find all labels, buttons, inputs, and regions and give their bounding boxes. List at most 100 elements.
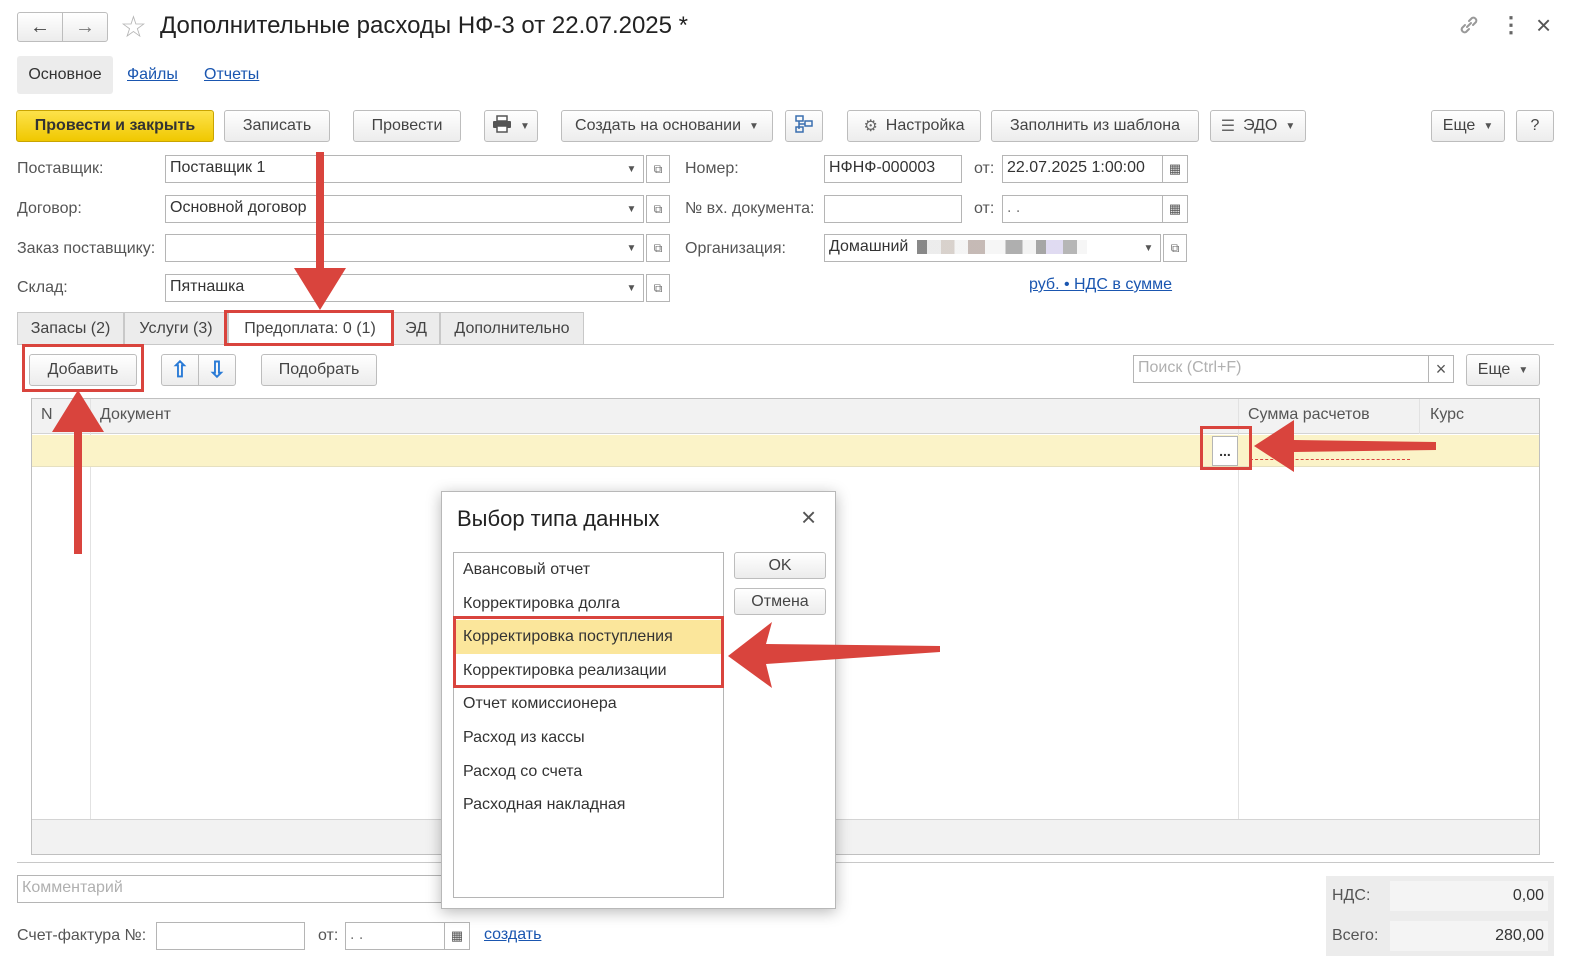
data-type-dialog: Выбор типа данных × Авансовый отчет Корр…: [441, 491, 836, 909]
page-title: Дополнительные расходы НФ-3 от 22.07.202…: [160, 12, 689, 39]
dialog-close-icon[interactable]: ×: [801, 502, 816, 533]
calendar-icon[interactable]: ▦: [1162, 155, 1188, 183]
create-invoice-link[interactable]: создать: [484, 926, 541, 944]
tab-ed[interactable]: ЭД: [392, 312, 440, 344]
post-button[interactable]: Провести: [353, 110, 461, 142]
calendar-icon[interactable]: ▦: [444, 922, 470, 950]
create-based-on-button[interactable]: Создать на основании ▼: [561, 110, 773, 142]
save-button[interactable]: Записать: [224, 110, 330, 142]
dialog-title: Выбор типа данных: [457, 506, 660, 531]
order-open-button[interactable]: ⧉: [646, 234, 670, 262]
column-header-settlement-sum[interactable]: Сумма расчетов: [1248, 406, 1370, 424]
tab-prepayment[interactable]: Предоплата: 0 (1): [228, 311, 392, 345]
create-based-on-label: Создать на основании: [575, 117, 742, 134]
list-item[interactable]: Авансовый отчет: [454, 553, 723, 587]
subtab-reports[interactable]: Отчеты: [204, 66, 259, 84]
organization-open-button[interactable]: ⧉: [1163, 234, 1187, 262]
printer-icon: [492, 114, 512, 138]
list-item[interactable]: Корректировка реализации: [454, 654, 723, 688]
organization-dropdown-button[interactable]: ▼: [1137, 234, 1161, 262]
contract-label: Договор:: [17, 200, 82, 217]
column-header-document[interactable]: Документ: [100, 406, 171, 424]
cancel-label: Отмена: [751, 592, 809, 610]
organization-field[interactable]: Домашний: [824, 234, 1138, 262]
supplier-label: Поставщик:: [17, 160, 104, 177]
invoice-number-field[interactable]: [156, 922, 305, 950]
invoice-date-field[interactable]: . .: [345, 922, 445, 950]
pick-button[interactable]: Подобрать: [261, 354, 377, 386]
list-item[interactable]: Расход из кассы: [454, 721, 723, 755]
tab-stock[interactable]: Запасы (2): [17, 312, 124, 344]
order-dropdown-button[interactable]: ▼: [620, 234, 644, 262]
calendar-icon[interactable]: ▦: [1162, 195, 1188, 223]
list-item-selected[interactable]: Корректировка поступления: [454, 620, 723, 654]
date-from-label: от:: [974, 160, 995, 177]
column-header-n[interactable]: N: [41, 406, 53, 424]
edo-button[interactable]: ☰ ЭДО ▼: [1210, 110, 1306, 142]
settings-button[interactable]: ⚙ Настройка: [847, 110, 981, 142]
ok-button[interactable]: OK: [734, 552, 826, 579]
save-label: Записать: [242, 117, 312, 134]
currency-vat-link[interactable]: руб. • НДС в сумме: [1029, 276, 1172, 294]
favorite-star-icon[interactable]: ☆: [120, 10, 147, 45]
contract-open-button[interactable]: ⧉: [646, 195, 670, 223]
contract-dropdown-button[interactable]: ▼: [620, 195, 644, 223]
link-icon[interactable]: [1458, 14, 1480, 36]
back-button[interactable]: ←: [17, 12, 63, 42]
supplier-field[interactable]: Поставщик 1: [165, 155, 621, 183]
move-down-button[interactable]: ⇩: [198, 354, 236, 386]
help-button[interactable]: ?: [1516, 110, 1554, 142]
supplier-open-button[interactable]: ⧉: [646, 155, 670, 183]
number-field[interactable]: НФНФ-000003: [824, 155, 962, 183]
structure-button[interactable]: [785, 110, 823, 142]
contract-field[interactable]: Основной договор: [165, 195, 621, 223]
print-button[interactable]: ▼: [484, 110, 538, 142]
warehouse-field[interactable]: Пятнашка: [165, 274, 621, 302]
add-button[interactable]: Добавить: [29, 354, 137, 386]
redacted-blur: [916, 239, 1087, 254]
comment-input[interactable]: Комментарий: [17, 875, 447, 903]
more-vertical-icon[interactable]: ⋮: [1500, 12, 1522, 38]
cancel-button[interactable]: Отмена: [734, 588, 826, 615]
chevron-down-icon: ▼: [520, 120, 530, 132]
list-item[interactable]: Расходная накладная: [454, 788, 723, 822]
search-input[interactable]: Поиск (Ctrl+F): [1133, 355, 1429, 383]
total-label: Всего:: [1332, 927, 1379, 944]
invoice-label: Счет-фактура №:: [17, 927, 147, 944]
organization-value: Домашний: [829, 238, 909, 255]
warehouse-open-button[interactable]: ⧉: [646, 274, 670, 302]
type-list[interactable]: Авансовый отчет Корректировка долга Корр…: [453, 552, 724, 898]
chevron-down-icon: ▼: [1483, 120, 1494, 132]
close-icon[interactable]: ×: [1536, 10, 1551, 41]
ok-label: OK: [768, 556, 792, 574]
search-clear-icon[interactable]: ×: [1428, 355, 1454, 383]
subtab-main[interactable]: Основное: [17, 56, 113, 94]
arrow-up-icon: ⇧: [170, 357, 190, 382]
date-field[interactable]: 22.07.2025 1:00:00: [1002, 155, 1164, 183]
tab-services[interactable]: Услуги (3): [124, 312, 228, 344]
ellipsis-select-button[interactable]: ...: [1212, 436, 1238, 466]
arrow-down-icon: ⇩: [207, 357, 227, 382]
table-row[interactable]: [32, 435, 1539, 467]
table-more-button[interactable]: Еще ▼: [1466, 354, 1540, 386]
list-item[interactable]: Отчет комиссионера: [454, 687, 723, 721]
fill-from-template-button[interactable]: Заполнить из шаблона: [991, 110, 1199, 142]
list-item[interactable]: Расход со счета: [454, 755, 723, 789]
more-label: Еще: [1442, 117, 1476, 134]
forward-button[interactable]: →: [62, 12, 108, 42]
supplier-dropdown-button[interactable]: ▼: [620, 155, 644, 183]
more-button[interactable]: Еще ▼: [1431, 110, 1505, 142]
edo-label: ЭДО: [1243, 117, 1278, 134]
in-doc-field[interactable]: [824, 195, 962, 223]
subtab-files[interactable]: Файлы: [127, 66, 178, 84]
warehouse-dropdown-button[interactable]: ▼: [620, 274, 644, 302]
post-and-close-label: Провести и закрыть: [34, 117, 196, 134]
order-field[interactable]: [165, 234, 621, 262]
subtab-main-label: Основное: [28, 66, 102, 83]
tab-additional[interactable]: Дополнительно: [440, 312, 584, 344]
post-and-close-button[interactable]: Провести и закрыть: [16, 110, 214, 142]
column-header-rate[interactable]: Курс: [1430, 406, 1464, 424]
in-date-field[interactable]: . .: [1002, 195, 1164, 223]
move-up-button[interactable]: ⇧: [161, 354, 199, 386]
list-item[interactable]: Корректировка долга: [454, 587, 723, 621]
